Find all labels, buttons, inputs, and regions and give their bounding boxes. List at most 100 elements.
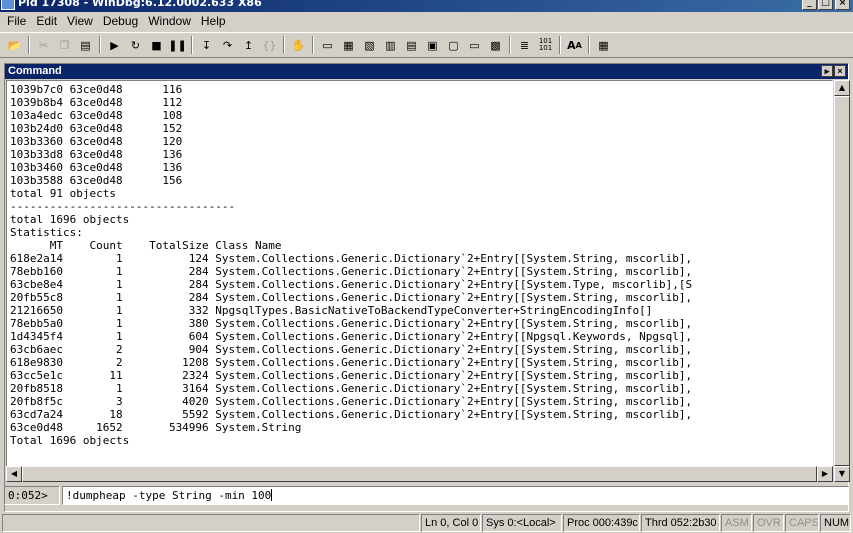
- locals-window-icon[interactable]: ▧: [359, 35, 380, 55]
- output-line: 63cb6aec 2 904 System.Collections.Generi…: [10, 343, 693, 356]
- status-thrd: Thrd 052:2b30: [641, 514, 720, 532]
- menu-help[interactable]: Help: [196, 13, 231, 30]
- output-line: 63cc5e1c 11 2324 System.Collections.Gene…: [10, 369, 693, 382]
- output-text: 1039b7c0 63ce0d48 116 1039b8b4 63ce0d48 1…: [10, 83, 692, 447]
- output-line: total 91 objects: [10, 187, 116, 200]
- source-mode-icon[interactable]: ≣: [514, 35, 535, 55]
- output-line: 618e2a14 1 124 System.Collections.Generi…: [10, 252, 693, 265]
- output-line: 78ebb160 1 284 System.Collections.Generi…: [10, 265, 693, 278]
- disassembly-window-icon[interactable]: ▢: [443, 35, 464, 55]
- scroll-left-icon[interactable]: ◀: [6, 466, 22, 482]
- command-output[interactable]: 1039b7c0 63ce0d48 116 1039b8b4 63ce0d48 1…: [6, 80, 833, 482]
- output-line: 103b3588 63ce0d48 156: [10, 174, 183, 187]
- menu-window[interactable]: Window: [143, 13, 196, 30]
- status-sys: Sys 0:<Local>: [482, 514, 562, 532]
- output-line: 63cbe8e4 1 284 System.Collections.Generi…: [10, 278, 693, 291]
- restart-icon[interactable]: ↻: [125, 35, 146, 55]
- output-line: 20fb8518 1 3164 System.Collections.Gener…: [10, 382, 693, 395]
- menu-view[interactable]: View: [62, 13, 98, 30]
- menu-debug[interactable]: Debug: [98, 13, 143, 30]
- status-num: NUM: [820, 514, 851, 532]
- output-line: 103b3360 63ce0d48 120: [10, 135, 183, 148]
- watch-window-icon[interactable]: ▦: [338, 35, 359, 55]
- memory-window-icon[interactable]: ▤: [401, 35, 422, 55]
- toolbar-separator: [28, 36, 30, 54]
- command-window: Command ▸ × 1039b7c0 63ce0d48 116 1039b8b…: [4, 63, 850, 512]
- minimize-button[interactable]: _: [802, 0, 817, 10]
- font-icon[interactable]: AA: [564, 35, 585, 55]
- break-icon[interactable]: ❚❚: [167, 35, 188, 55]
- output-line: 63cd7a24 18 5592 System.Collections.Gene…: [10, 408, 693, 421]
- registers-window-icon[interactable]: ▥: [380, 35, 401, 55]
- step-out-icon[interactable]: ↥: [238, 35, 259, 55]
- vertical-scrollbar[interactable]: ▲ ▼: [834, 80, 850, 482]
- run-to-cursor-icon[interactable]: {}: [259, 35, 280, 55]
- title-bar: Pid 17308 - WinDbg:6.12.0002.633 X86 _ □…: [0, 0, 853, 12]
- scroll-up-icon[interactable]: ▲: [834, 80, 850, 96]
- scroll-down-icon[interactable]: ▼: [834, 466, 850, 482]
- output-line: Statistics:: [10, 226, 83, 239]
- output-line: MT Count TotalSize Class Name: [10, 239, 282, 252]
- options-icon[interactable]: ▦: [593, 35, 614, 55]
- status-asm: ASM: [721, 514, 752, 532]
- toolbar-separator: [283, 36, 285, 54]
- output-line: 103b33d8 63ce0d48 136: [10, 148, 183, 161]
- menu-edit[interactable]: Edit: [31, 13, 62, 30]
- command-input-text: !dumpheap -type String -min 100: [66, 489, 272, 502]
- toolbar-separator: [191, 36, 193, 54]
- breakpoint-hand-icon[interactable]: ✋: [288, 35, 309, 55]
- go-icon[interactable]: ▶: [104, 35, 125, 55]
- output-line: 103b24d0 63ce0d48 152: [10, 122, 183, 135]
- dock-toggle-icon[interactable]: ▸: [821, 65, 833, 77]
- step-into-icon[interactable]: ↧: [196, 35, 217, 55]
- hex-display-icon[interactable]: 101 101: [535, 35, 556, 55]
- command-window-icon[interactable]: ▭: [317, 35, 338, 55]
- panel-close-icon[interactable]: ×: [834, 65, 846, 77]
- window-title: Pid 17308 - WinDbg:6.12.0002.633 X86: [18, 0, 262, 9]
- output-line: 20fb55c8 1 284 System.Collections.Generi…: [10, 291, 693, 304]
- maximize-button[interactable]: □: [818, 0, 833, 10]
- menu-file[interactable]: File: [2, 13, 31, 30]
- cut-icon[interactable]: ✂: [33, 35, 54, 55]
- vertical-scroll-thumb[interactable]: [834, 96, 850, 466]
- open-folder-icon[interactable]: 📂: [4, 35, 25, 55]
- status-ln-col: Ln 0, Col 0: [421, 514, 481, 532]
- menu-bar: File Edit View Debug Window Help: [0, 12, 853, 31]
- toolbar-separator: [559, 36, 561, 54]
- output-line: 63ce0d48 1652 534996 System.String: [10, 421, 302, 434]
- scroll-right-icon[interactable]: ▶: [817, 466, 833, 482]
- command-panel-title: Command: [8, 65, 62, 77]
- output-line: 1039b8b4 63ce0d48 112: [10, 96, 183, 109]
- status-bar: Ln 0, Col 0 Sys 0:<Local> Proc 000:439c …: [0, 513, 853, 533]
- status-proc: Proc 000:439c: [563, 514, 640, 532]
- toolbar-separator: [99, 36, 101, 54]
- output-line: 78ebb5a0 1 380 System.Collections.Generi…: [10, 317, 693, 330]
- output-line: 1d4345f4 1 604 System.Collections.Generi…: [10, 330, 693, 343]
- close-button[interactable]: ×: [835, 0, 850, 10]
- command-prompt: 0:052>: [4, 486, 60, 505]
- output-line: total 1696 objects: [10, 213, 130, 226]
- status-ovr: OVR: [753, 514, 784, 532]
- call-stack-window-icon[interactable]: ▣: [422, 35, 443, 55]
- command-input[interactable]: !dumpheap -type String -min 100: [62, 486, 849, 505]
- output-line: 21216650 1 332 NpgsqlTypes.BasicNativeTo…: [10, 304, 653, 317]
- output-line: 618e9830 2 1208 System.Collections.Gener…: [10, 356, 693, 369]
- step-over-icon[interactable]: ↷: [217, 35, 238, 55]
- toolbar-separator: [312, 36, 314, 54]
- scratch-pad-icon[interactable]: ▭: [464, 35, 485, 55]
- stop-debugging-icon[interactable]: ■: [146, 35, 167, 55]
- text-caret: [271, 489, 273, 501]
- output-line: 1039b7c0 63ce0d48 116: [10, 83, 183, 96]
- paste-icon[interactable]: ▤: [75, 35, 96, 55]
- status-caps: CAPS: [785, 514, 819, 532]
- toolbar-separator: [588, 36, 590, 54]
- output-line: 20fb8f5c 3 4020 System.Collections.Gener…: [10, 395, 693, 408]
- command-line: 0:052> !dumpheap -type String -min 100: [4, 485, 849, 507]
- toolbar-separator: [509, 36, 511, 54]
- copy-icon[interactable]: ❐: [54, 35, 75, 55]
- windbg-app-icon: [1, 0, 15, 10]
- horizontal-scroll-thumb[interactable]: [22, 466, 817, 482]
- status-message: [2, 514, 420, 532]
- horizontal-scrollbar[interactable]: ◀ ▶: [6, 466, 833, 482]
- processes-threads-icon[interactable]: ▩: [485, 35, 506, 55]
